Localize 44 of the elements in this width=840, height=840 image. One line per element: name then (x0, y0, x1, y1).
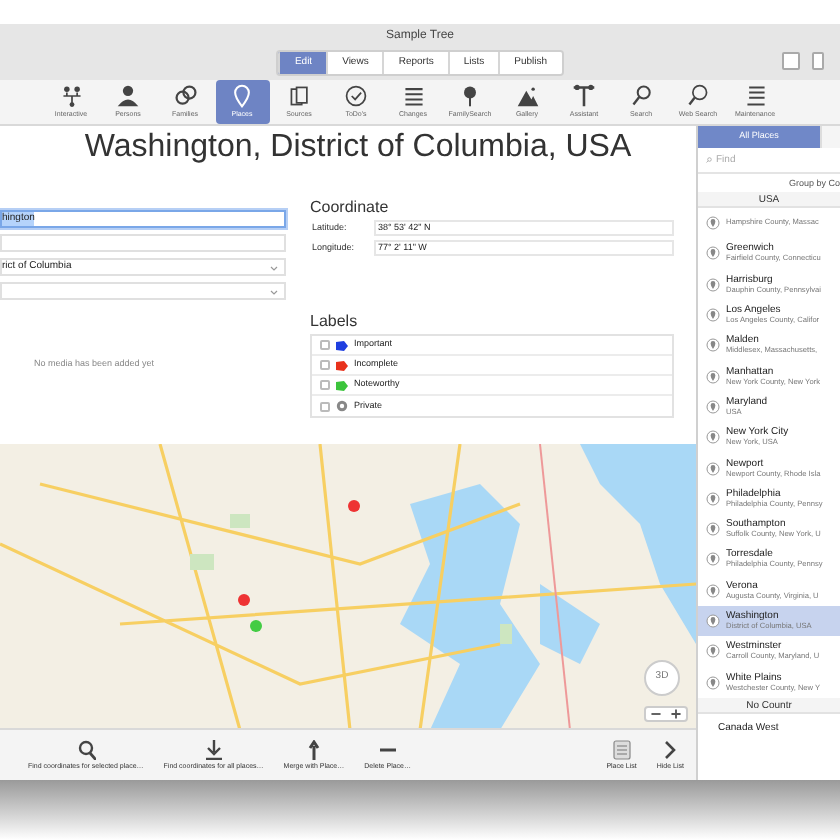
pin-icon (706, 308, 720, 323)
list-icon (401, 84, 425, 108)
checkmark-icon (344, 84, 368, 108)
chevron-icon (270, 263, 278, 271)
pin-icon (706, 644, 720, 659)
pin-icon (706, 338, 720, 353)
list-icon (611, 739, 632, 760)
search-icon (75, 739, 96, 760)
checkbox[interactable] (320, 401, 330, 411)
search-icon (706, 154, 712, 166)
checkbox[interactable] (320, 340, 330, 350)
sidebar-tab[interactable] (820, 126, 840, 148)
pin-icon (706, 369, 720, 384)
zoom-control[interactable] (644, 706, 688, 723)
pin-icon (706, 583, 720, 598)
pin-icon (706, 491, 720, 506)
section-heading: Coordinate (310, 198, 391, 218)
pin-icon (706, 216, 720, 231)
zoom-out-icon[interactable] (646, 708, 666, 721)
pin-icon (706, 246, 720, 261)
chevron-right-icon (660, 739, 681, 760)
pin-icon (706, 675, 720, 690)
pin-icon (706, 461, 720, 476)
download-icon (203, 739, 224, 760)
place-title: Washington, District of Columbia, USA (82, 128, 634, 168)
pin-icon (706, 399, 720, 414)
chevron-icon (270, 287, 278, 295)
pin-icon (706, 277, 720, 292)
zoom-in-icon[interactable] (666, 708, 686, 721)
section-heading: Labels (310, 312, 360, 332)
mountain-icon (515, 84, 539, 108)
pin-icon (706, 552, 720, 567)
text-field[interactable] (0, 234, 286, 252)
checkbox[interactable] (320, 360, 330, 370)
pin-icon (706, 430, 720, 445)
person-icon (116, 84, 140, 108)
pin-icon (706, 614, 720, 628)
dropdown[interactable] (0, 282, 286, 300)
pin-icon (706, 522, 720, 537)
checkbox[interactable] (320, 380, 330, 390)
merge-icon (303, 739, 324, 760)
pin-icon (230, 84, 254, 108)
rings-icon (173, 84, 197, 108)
search-icon (629, 84, 653, 108)
